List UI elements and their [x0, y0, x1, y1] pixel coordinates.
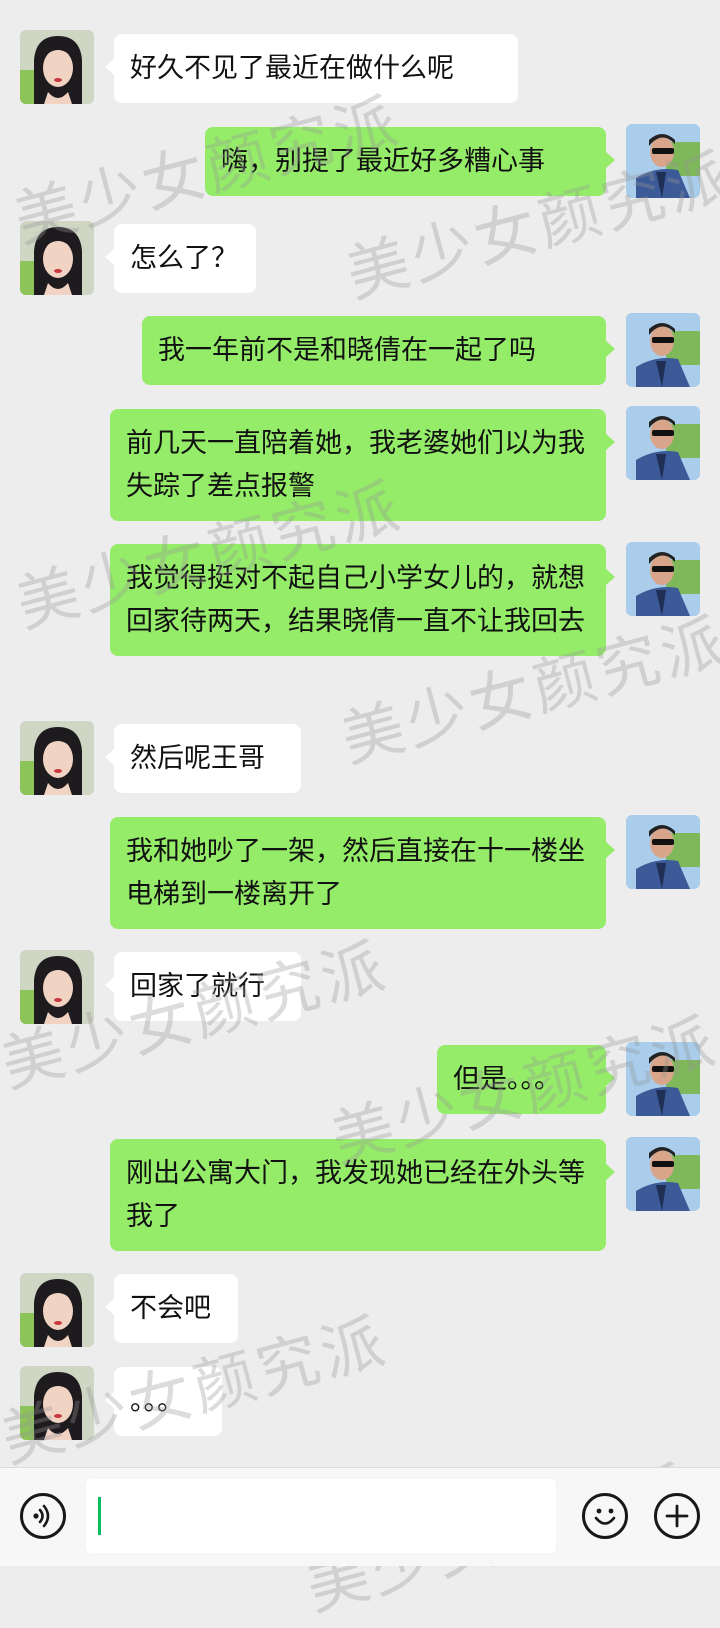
user-avatar[interactable]	[626, 542, 700, 616]
message-bubble[interactable]: 回家了就行	[105, 952, 301, 1021]
message-bubble[interactable]: 不会吧	[105, 1274, 238, 1343]
message-bubble[interactable]: 然后呢王哥	[105, 724, 301, 793]
user-avatar[interactable]	[626, 815, 700, 889]
plus-button[interactable]	[654, 1493, 700, 1539]
user-avatar[interactable]	[626, 124, 700, 198]
message-bubble[interactable]: 嗨，别提了最近好多糟心事	[205, 127, 615, 196]
contact-avatar[interactable]	[20, 30, 94, 104]
contact-avatar[interactable]	[20, 950, 94, 1024]
user-avatar[interactable]	[626, 1137, 700, 1211]
user-avatar[interactable]	[626, 313, 700, 387]
emoji-button[interactable]	[582, 1493, 628, 1539]
message-bubble[interactable]: 前几天一直陪着她，我老婆她们以为我失踪了差点报警	[110, 409, 615, 521]
message-bubble[interactable]: 我觉得挺对不起自己小学女儿的，就想回家待两天，结果晓倩一直不让我回去	[110, 544, 615, 656]
message-bubble[interactable]: 但是。。。	[437, 1045, 615, 1114]
emoji-icon	[594, 1508, 616, 1525]
voice-icon	[33, 1504, 50, 1528]
contact-avatar[interactable]	[20, 1273, 94, 1347]
user-avatar[interactable]	[626, 406, 700, 480]
contact-avatar[interactable]	[20, 1366, 94, 1440]
plus-icon	[665, 1504, 689, 1528]
message-bubble[interactable]: 我一年前不是和晓倩在一起了吗	[142, 316, 615, 385]
message-bubble[interactable]: 刚出公寓大门，我发现她已经在外头等我了	[110, 1139, 615, 1251]
message-input[interactable]	[86, 1479, 556, 1553]
voice-button[interactable]	[20, 1493, 66, 1539]
user-avatar[interactable]	[626, 1042, 700, 1116]
contact-avatar[interactable]	[20, 221, 94, 295]
text-caret	[98, 1497, 101, 1535]
contact-avatar[interactable]	[20, 721, 94, 795]
input-bar	[0, 1467, 720, 1566]
chat-area[interactable]: 好久不见了最近在做什么呢 嗨，别提了最近好多糟心事 怎么了？ 我一年前不是和晓倩…	[0, 0, 720, 1465]
message-bubble[interactable]: 我和她吵了一架，然后直接在十一楼坐电梯到一楼离开了	[110, 817, 615, 929]
message-bubble[interactable]: 好久不见了最近在做什么呢	[105, 34, 518, 103]
message-bubble[interactable]: 怎么了？	[105, 224, 256, 293]
message-bubble[interactable]: 。。。	[105, 1367, 222, 1436]
